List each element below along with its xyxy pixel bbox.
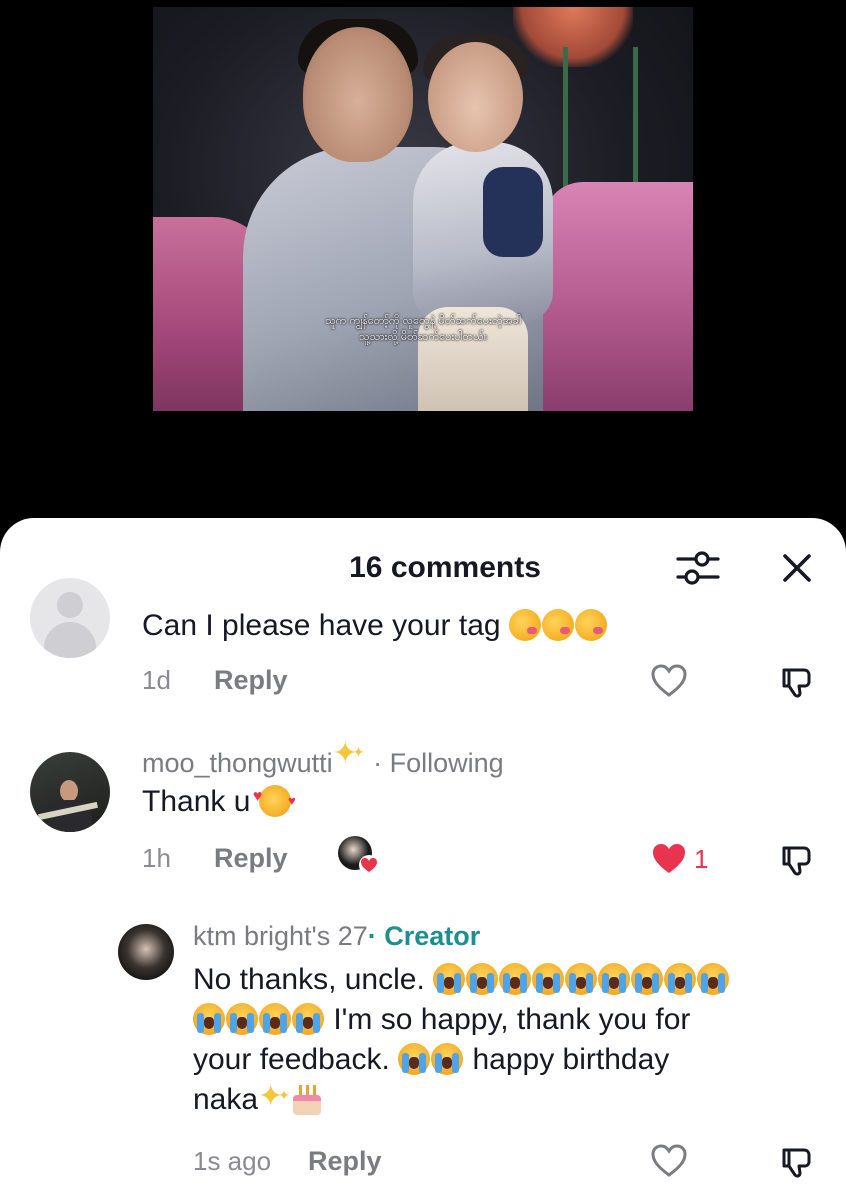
comment-time: 1h: [142, 843, 171, 873]
heart-filled-icon[interactable]: [650, 840, 688, 878]
loudly-crying-face-emoji: [433, 963, 466, 995]
heart-icon[interactable]: [650, 1142, 688, 1180]
reply-button[interactable]: Reply: [214, 665, 288, 695]
loudly-crying-face-emoji: [664, 963, 697, 995]
comment-body-part: your feedback.: [193, 1043, 390, 1076]
pole: [633, 47, 638, 187]
video-caption: သူက ကျွန်တော့်ကို လူတွေနဲ့ မိတ်ဆက်ပေးတဲ့…: [273, 313, 573, 345]
comments-sheet: 16 comments Can I please have your tag 1…: [0, 518, 846, 1200]
caption-line-2: သူ့သားလို့ မိတ်ဆက်ပေးပါတယ်။: [358, 331, 488, 343]
filter-sliders-icon[interactable]: [676, 548, 720, 588]
avatar-moo-thongwutti[interactable]: [30, 752, 110, 832]
sparkles-emoji: [258, 1075, 290, 1117]
loudly-crying-face-emoji: [697, 963, 730, 995]
comment-text: No thanks, uncle. I'm so happy, thank yo…: [193, 960, 833, 1120]
comment-body: Can I please have your tag: [142, 609, 501, 642]
loudly-crying-face-emoji: [631, 963, 664, 995]
reply-button[interactable]: Reply: [214, 843, 288, 873]
woozy-face-emoji: [574, 609, 607, 641]
dislike-icon[interactable]: [778, 662, 816, 700]
comment-body-part: No thanks, uncle.: [193, 963, 425, 996]
creator-badge: · Creator: [367, 921, 481, 951]
loudly-crying-face-emoji: [598, 963, 631, 995]
smiling-face-with-hearts-emoji: [253, 777, 296, 821]
dislike-icon[interactable]: [778, 840, 816, 878]
loudly-crying-face-emoji: [398, 1043, 431, 1075]
caption-line-1: သူက ကျွန်တော့်ကို လူတွေနဲ့ မိတ်ဆက်ပေးတဲ့…: [325, 315, 521, 327]
comment-time: 1d: [142, 665, 171, 695]
heart-icon: [359, 855, 379, 875]
comment-username[interactable]: moo_thongwutti · Following: [142, 736, 504, 779]
comment-body: Thank u: [142, 785, 251, 818]
child-face: [428, 42, 523, 152]
comment-username[interactable]: ktm bright's 27· Creator: [193, 920, 480, 952]
lamp-decoration: [513, 7, 633, 67]
child-vest: [483, 167, 543, 257]
comment-body-part: happy birthday: [472, 1043, 670, 1076]
loudly-crying-face-emoji: [466, 963, 499, 995]
comment-body-part: I'm so happy, thank you for: [333, 1003, 691, 1036]
avatar-ktm-bright[interactable]: [118, 924, 174, 980]
video-frame-photo: သူက ကျွန်တော့်ကို လူတွေနဲ့ မိတ်ဆက်ပေးတဲ့…: [153, 7, 693, 411]
comment-body-part: naka: [193, 1083, 259, 1116]
heart-icon[interactable]: [650, 662, 688, 700]
loudly-crying-face-emoji: [431, 1043, 464, 1075]
loudly-crying-face-emoji: [226, 1003, 258, 1035]
comment-text: Thank u: [142, 777, 296, 822]
birthday-cake-emoji: [291, 1083, 323, 1115]
loudly-crying-face-emoji: [532, 963, 565, 995]
avatar-default[interactable]: [30, 578, 110, 658]
pole: [563, 47, 568, 187]
comment-time: 1s ago: [193, 1146, 272, 1176]
close-icon[interactable]: [778, 549, 816, 587]
woozy-face-emoji: [508, 609, 541, 641]
loudly-crying-face-emoji: [259, 1003, 291, 1035]
loudly-crying-face-emoji: [292, 1003, 324, 1035]
woozy-face-emoji: [541, 609, 574, 641]
adult-face: [303, 27, 413, 162]
sparkles-emoji: [333, 736, 365, 776]
username-text[interactable]: ktm bright's 27: [193, 921, 368, 951]
loudly-crying-face-emoji: [499, 963, 532, 995]
loudly-crying-face-emoji: [565, 963, 598, 995]
reply-button[interactable]: Reply: [308, 1146, 382, 1176]
liked-by-creator-badge: [338, 836, 379, 876]
loudly-crying-face-emoji: [193, 1003, 225, 1035]
comment-text: Can I please have your tag: [142, 606, 608, 646]
ride-seat-right: [543, 182, 693, 411]
username-text[interactable]: moo_thongwutti: [142, 748, 333, 778]
following-label: · Following: [373, 748, 504, 778]
like-count: 1: [694, 844, 709, 874]
video-player[interactable]: သူက ကျွန်တော့်ကို လူတွေနဲ့ မိတ်ဆက်ပေးတဲ့…: [0, 0, 846, 540]
dislike-icon[interactable]: [778, 1142, 816, 1180]
